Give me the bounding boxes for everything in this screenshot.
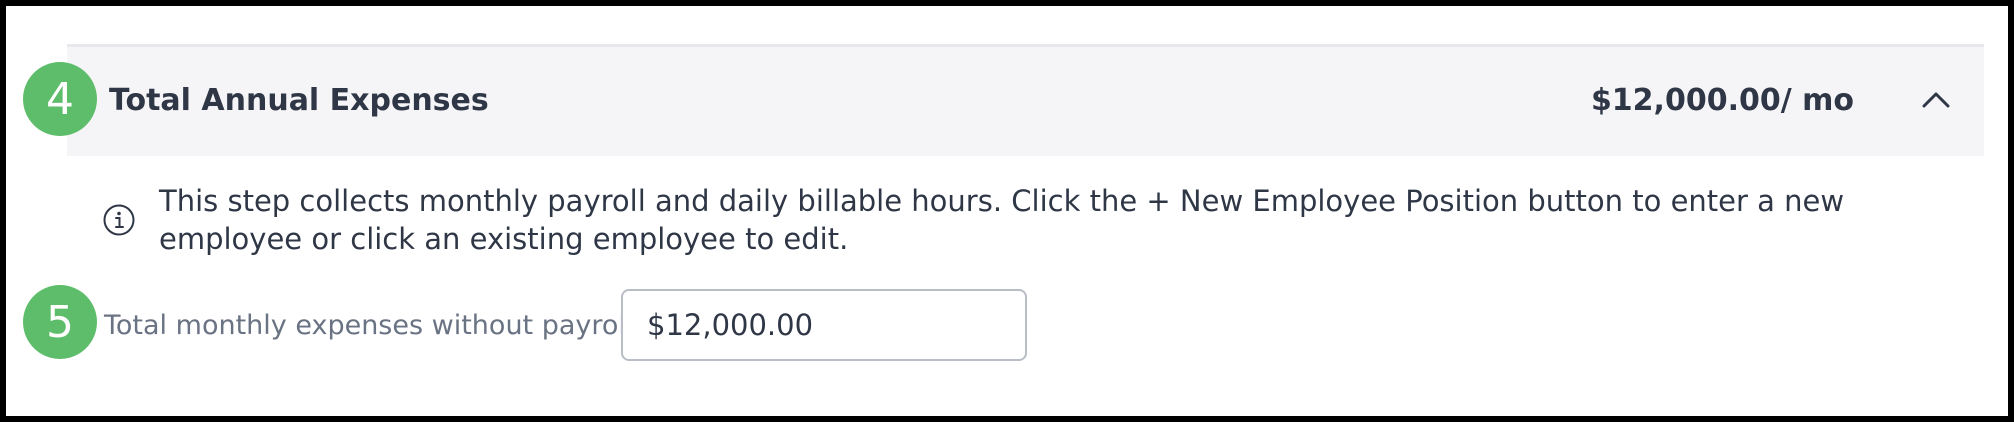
info-circle-icon	[103, 204, 135, 236]
chevron-up-icon	[1922, 92, 1950, 108]
section-amount: $12,000.00/ mo	[1590, 83, 1854, 118]
expenses-input[interactable]	[621, 289, 1027, 361]
step-badge-4: 4	[23, 62, 97, 136]
expenses-field-label: Total monthly expenses without payroll	[104, 310, 634, 341]
section-header[interactable]: Total Annual Expenses $12,000.00/ mo	[67, 44, 1984, 156]
expenses-panel: Total Annual Expenses $12,000.00/ mo 4 T…	[6, 6, 2008, 416]
collapse-button[interactable]	[1914, 77, 1958, 121]
step-badge-5: 5	[23, 285, 97, 359]
info-text: This step collects monthly payroll and d…	[159, 184, 1845, 256]
section-title: Total Annual Expenses	[109, 83, 489, 118]
